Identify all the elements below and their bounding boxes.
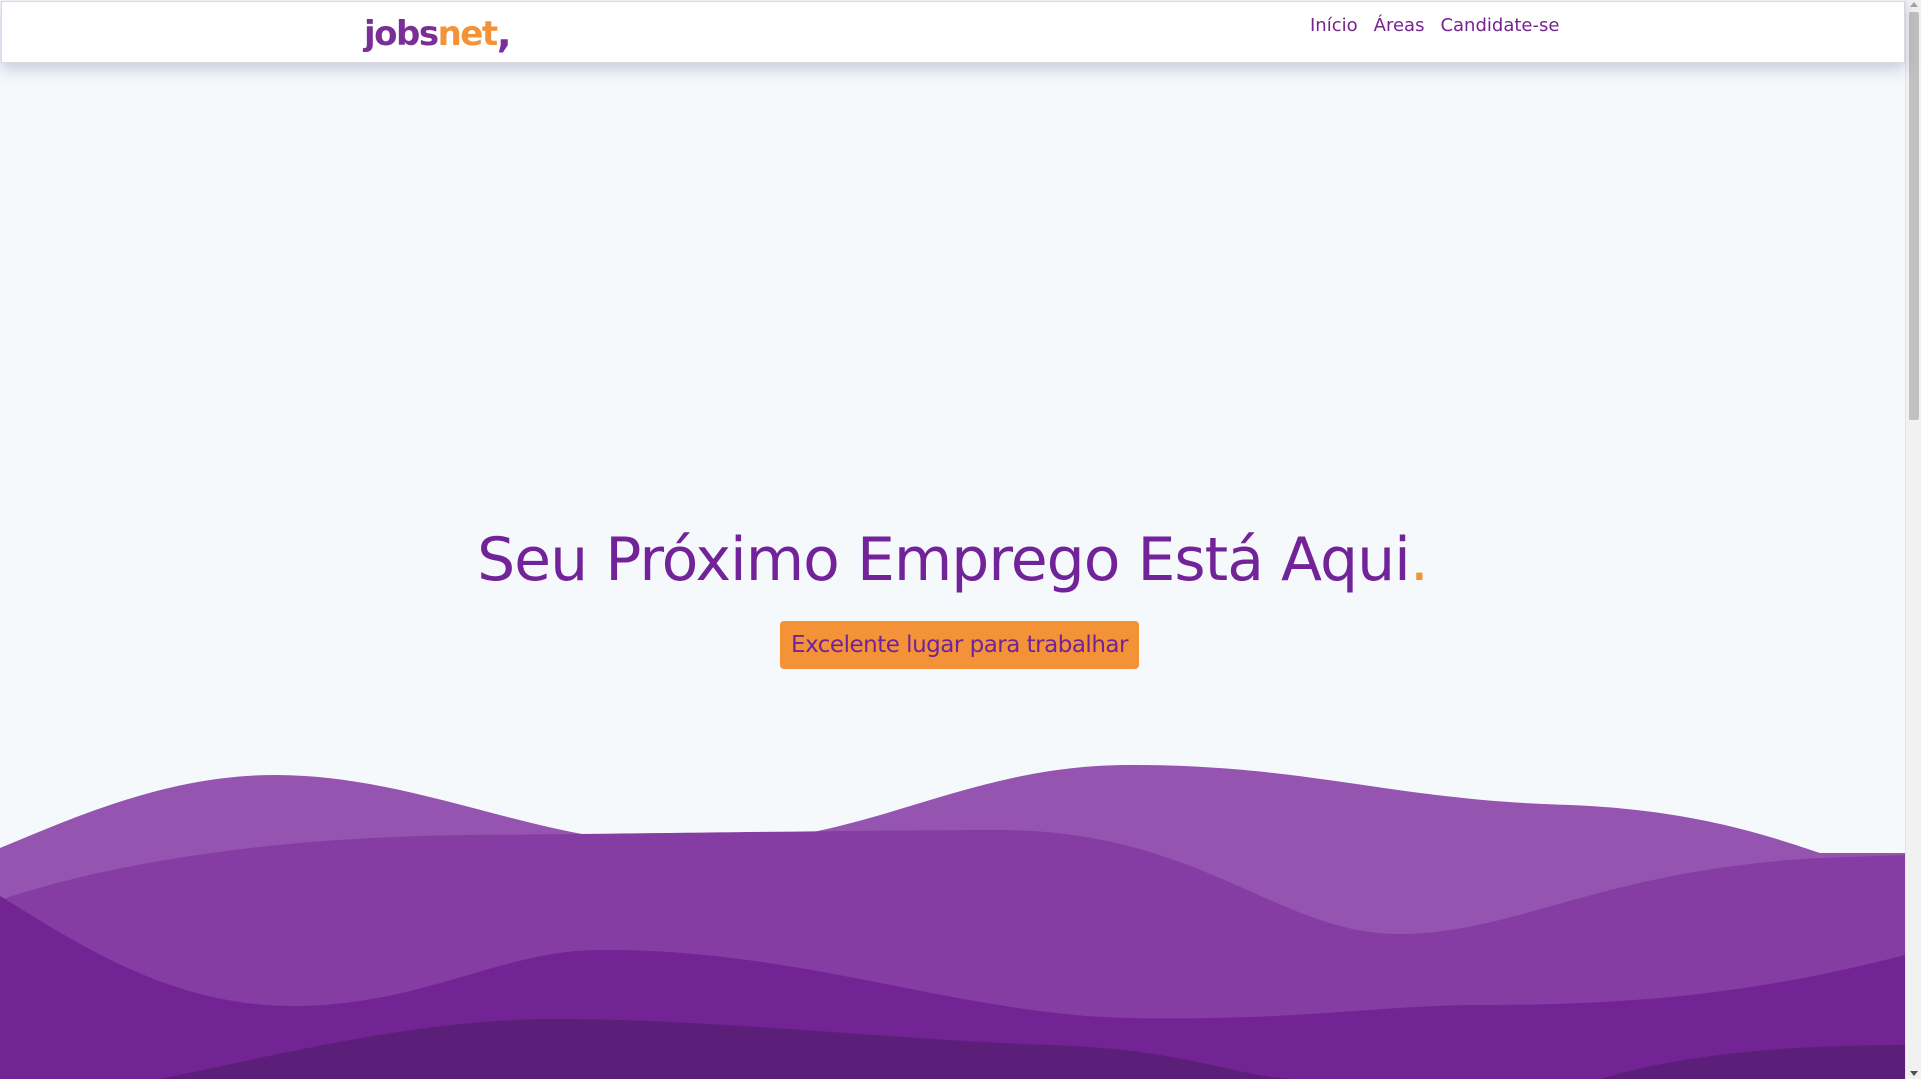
nav-link-candidate-se[interactable]: Candidate-se xyxy=(1440,14,1559,38)
hero-cta-button[interactable]: Excelente lugar para trabalhar xyxy=(780,621,1139,669)
logo-text-net: net xyxy=(437,14,499,54)
nav-link-areas[interactable]: Áreas xyxy=(1374,14,1425,38)
hero-title-text: Seu Próximo Emprego Está Aqui xyxy=(477,525,1411,595)
page: jobsnet, Início Áreas Candidate-se Seu P… xyxy=(0,0,1921,1079)
hero-title-dot: . xyxy=(1409,525,1429,595)
scrollbar[interactable] xyxy=(1905,0,1921,1079)
scrollbar-thumb[interactable] xyxy=(1909,12,1919,420)
scroll-up-icon[interactable] xyxy=(1910,2,1918,7)
hero-title: Seu Próximo Emprego Está Aqui. xyxy=(0,520,1905,600)
logo[interactable]: jobsnet, xyxy=(364,10,512,57)
nav-link-inicio[interactable]: Início xyxy=(1310,14,1358,38)
decorative-waves xyxy=(0,765,1905,1079)
scroll-down-icon[interactable] xyxy=(1910,1071,1918,1076)
logo-comma: , xyxy=(496,11,512,57)
navbar: jobsnet, Início Áreas Candidate-se xyxy=(1,1,1905,63)
main-nav: Início Áreas Candidate-se xyxy=(1310,14,1559,38)
logo-text-jobs: jobs xyxy=(364,14,439,54)
